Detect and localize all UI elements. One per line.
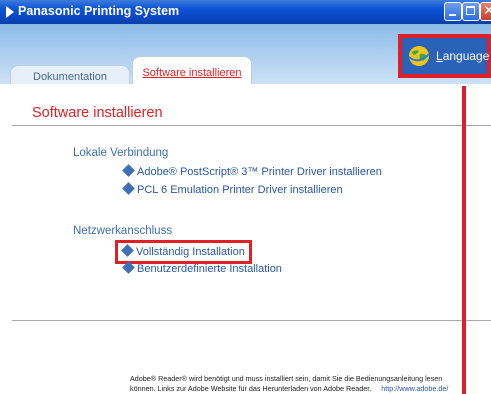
postscript-driver-link[interactable]: Adobe® PostScript® 3™ Printer Driver ins… [122,164,382,180]
footer-line: Adobe® Reader® wird benötigt und muss in… [130,374,443,383]
footer-note: Adobe® Reader® wird benötigt und muss in… [130,374,490,394]
header: Language Dokumentation Software installi… [0,24,491,108]
play-arrow-icon [6,6,14,18]
custom-installation-link[interactable]: Benutzerdefinierte Installation [122,261,282,277]
diamond-bullet-icon [122,182,135,195]
diamond-bullet-icon [122,261,135,274]
diamond-bullet-icon [122,164,135,177]
adobe-download-link[interactable]: http://www.adobe.de/ [381,384,448,393]
language-label: Language [436,49,490,63]
pcl6-driver-link[interactable]: PCL 6 Emulation Printer Driver installie… [122,182,343,198]
tab-label: Software installieren [142,67,242,79]
minimize-button[interactable] [444,2,462,21]
divider [12,320,491,321]
callout-line [462,86,466,394]
section-heading-netzwerkanschluss: Netzwerkanschluss [73,225,173,237]
section-heading-lokale-verbindung: Lokale Verbindung [73,147,169,159]
maximize-button[interactable] [462,2,480,21]
divider [12,125,491,126]
language-button[interactable]: Language [398,34,491,78]
app-window: Panasonic Printing System Language Dokum… [0,0,491,394]
diamond-bullet-icon [121,244,134,257]
page-title: Software installieren [32,105,163,121]
window-title: Panasonic Printing System [18,4,180,18]
globe-icon [408,46,430,66]
main-content: Software installieren Lokale Verbindung … [0,84,491,394]
title-bar[interactable]: Panasonic Printing System [0,0,491,24]
footer-line: können. Links zur Adobe Website für das … [130,384,449,393]
close-button[interactable] [480,2,491,21]
